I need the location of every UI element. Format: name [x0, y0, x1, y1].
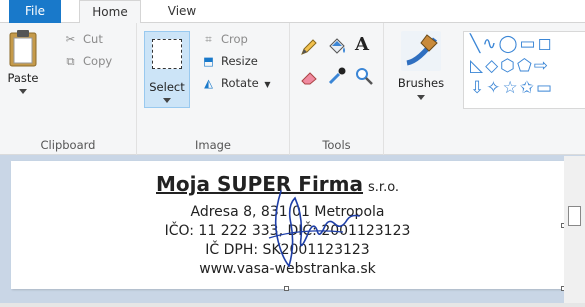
- cut-label: Cut: [83, 32, 103, 46]
- select-button[interactable]: Select: [144, 31, 190, 108]
- paste-label: Paste: [7, 71, 39, 85]
- tab-home[interactable]: Home: [79, 0, 141, 24]
- resize-button[interactable]: ⬒ Resize: [201, 52, 258, 70]
- ribbon-tab-bar: File Home View: [0, 0, 585, 24]
- selection-icon: [152, 39, 182, 69]
- shapes-group: ╲∿◯▭◻ ◺◇⬡⬠⇨ ⇩✧☆✩▭: [455, 23, 585, 155]
- tools-group-label: Tools: [322, 138, 351, 152]
- crop-label: Crop: [221, 32, 248, 46]
- tools-group: A Tools: [290, 23, 384, 155]
- drawing-canvas[interactable]: Moja SUPER Firma s.r.o. Adresa 8, 831 01 …: [11, 161, 566, 291]
- resize-label: Resize: [221, 54, 258, 68]
- tab-file[interactable]: File: [9, 0, 61, 23]
- brushes-group: Brushes: [384, 23, 455, 155]
- brushes-label: Brushes: [397, 76, 445, 90]
- chevron-down-icon: [163, 98, 171, 103]
- chevron-down-icon: [417, 95, 425, 100]
- select-label: Select: [149, 80, 185, 94]
- color-picker-icon[interactable]: [327, 66, 347, 86]
- resize-handle-bottom[interactable]: [284, 286, 289, 291]
- shapes-row[interactable]: ╲∿◯▭◻: [470, 34, 554, 54]
- chevron-down-icon: ▼: [264, 80, 271, 89]
- rotate-label: Rotate: [221, 76, 259, 90]
- paste-button[interactable]: Paste: [4, 29, 42, 109]
- shapes-row[interactable]: ⇩✧☆✩▭: [470, 78, 554, 98]
- scissors-icon: ✂: [65, 32, 76, 46]
- scroll-thumb[interactable]: [568, 206, 581, 226]
- tab-view[interactable]: View: [160, 0, 204, 23]
- clipboard-icon: [9, 30, 37, 67]
- shapes-row[interactable]: ◺◇⬡⬠⇨: [470, 56, 550, 76]
- clipboard-group: Paste ✂ Cut ⧉ Copy Clipboard: [0, 23, 137, 155]
- crop-button[interactable]: ⌗ Crop: [201, 30, 248, 48]
- vertical-scrollbar[interactable]: [564, 156, 585, 307]
- magnifier-icon[interactable]: [354, 66, 374, 86]
- text-tool-icon[interactable]: A: [355, 34, 369, 55]
- resize-icon: ⬒: [203, 54, 214, 68]
- crop-icon: ⌗: [205, 32, 212, 46]
- image-group-label: Image: [194, 138, 232, 152]
- brush-icon: [401, 31, 441, 71]
- copy-icon: ⧉: [66, 54, 75, 68]
- company-suffix: s.r.o.: [368, 180, 400, 195]
- canvas-area: Moja SUPER Firma s.r.o. Adresa 8, 831 01 …: [0, 156, 585, 307]
- chevron-down-icon: [19, 89, 27, 94]
- copy-button[interactable]: ⧉ Copy: [63, 52, 112, 70]
- horizontal-scrollbar[interactable]: [0, 303, 585, 307]
- rotate-button[interactable]: ◭ Rotate ▼: [201, 74, 270, 92]
- copy-label: Copy: [83, 54, 113, 68]
- ribbon: Paste ✂ Cut ⧉ Copy Clipboard Select ⌗ Crop …: [0, 23, 585, 155]
- shapes-gallery[interactable]: ╲∿◯▭◻ ◺◇⬡⬠⇨ ⇩✧☆✩▭: [463, 31, 585, 109]
- clipboard-group-label: Clipboard: [40, 138, 96, 152]
- cut-button[interactable]: ✂ Cut: [63, 30, 103, 48]
- brushes-button[interactable]: Brushes: [396, 31, 446, 111]
- image-group: Select ⌗ Crop ⬒ Resize ◭ Rotate ▼ Image: [137, 23, 290, 155]
- eraser-icon[interactable]: [299, 67, 319, 87]
- pencil-icon[interactable]: [299, 37, 319, 57]
- fill-bucket-icon[interactable]: [326, 35, 348, 57]
- signature-image: [268, 190, 360, 268]
- rotate-icon: ◭: [204, 76, 213, 90]
